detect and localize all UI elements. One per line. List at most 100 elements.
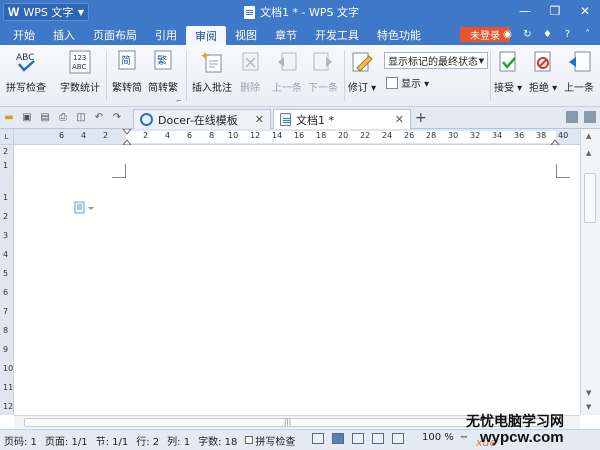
close-tab-icon[interactable]: ✕ xyxy=(255,113,264,126)
ruler-tick: 12 xyxy=(250,131,261,140)
ruler-tick: 24 xyxy=(382,131,393,140)
scroll-bottom-icon[interactable]: ▼ xyxy=(586,403,591,411)
web-view-icon[interactable] xyxy=(372,433,384,444)
tab-view[interactable]: 视图 xyxy=(226,24,266,45)
indent-marker-icon[interactable] xyxy=(122,129,132,145)
zoom-control: 100 % − xyxy=(422,432,468,443)
show-markup-button[interactable]: 显示 ▾ xyxy=(386,75,429,90)
tab-document1[interactable]: 文档1 * ✕ xyxy=(273,109,411,129)
ruler-tick: 32 xyxy=(470,131,481,140)
minimize-icon[interactable]: — xyxy=(510,0,540,22)
spell-check-button[interactable]: ABC 拼写检查 xyxy=(6,49,46,94)
expand-icon[interactable]: ˄ xyxy=(581,28,594,41)
reject-button[interactable]: 拒绝 ▾ xyxy=(529,49,557,94)
restore-icon[interactable]: ❐ xyxy=(540,0,570,22)
export-pdf-icon[interactable]: ▤ xyxy=(39,111,51,123)
ribbon-separator xyxy=(344,51,345,101)
ruler-tick: 1 xyxy=(3,193,9,202)
menu-toolbar-icons: ◉ ↻ ♦ ? ˄ xyxy=(501,28,594,41)
track-changes-label: 修订 ▾ xyxy=(348,83,377,94)
vertical-scrollbar[interactable]: ▲ ▲ ▼ ▼ xyxy=(580,129,600,415)
tab-list-icon[interactable] xyxy=(566,111,578,123)
ruler-tick: 26 xyxy=(404,131,415,140)
delete-comment-button[interactable]: 删除 xyxy=(237,49,263,94)
watermark-site-name: 无忧电脑学习网 xyxy=(466,414,564,430)
full-screen-view-icon[interactable] xyxy=(312,433,324,444)
insert-comment-button[interactable]: ✦ 插入批注 xyxy=(192,49,232,94)
margin-corner-marker xyxy=(556,164,570,178)
accept-button[interactable]: 接受 ▾ xyxy=(494,49,522,94)
checkbox[interactable] xyxy=(245,436,254,444)
new-tab-icon[interactable]: + xyxy=(415,110,427,126)
close-icon[interactable]: ✕ xyxy=(570,0,600,22)
skin-icon[interactable]: ◉ xyxy=(501,28,514,41)
trad-to-simp-icon: 简 xyxy=(114,49,140,75)
horizontal-ruler[interactable]: 6 4 2 2 4 6 8 10 12 14 16 18 20 22 24 26… xyxy=(14,129,580,145)
scrollbar-thumb[interactable] xyxy=(584,173,596,223)
trad-to-simp-button[interactable]: 简 繁转简 xyxy=(112,49,142,94)
redo-icon[interactable]: ↷ xyxy=(111,111,123,123)
word-count-button[interactable]: 123 ABC 字数统计 xyxy=(60,49,100,94)
save-icon[interactable]: ▣ xyxy=(21,111,33,123)
scroll-down-icon[interactable]: ▼ xyxy=(586,389,591,397)
group-expand-icon[interactable]: ⌐ xyxy=(176,97,182,105)
markup-display-select[interactable]: 显示标记的最终状态 ▼ xyxy=(384,52,488,69)
tab-collapse-icon[interactable] xyxy=(584,111,596,123)
ruler-tick: 2 xyxy=(3,147,9,156)
paste-options-icon[interactable] xyxy=(74,201,96,215)
margin-corner-marker xyxy=(112,164,126,178)
spell-check-label: 拼写检查 xyxy=(6,83,46,94)
tab-stop-selector[interactable]: L xyxy=(0,129,14,145)
tab-chapter[interactable]: 章节 xyxy=(266,24,306,45)
tab-review[interactable]: 审阅 xyxy=(186,26,226,45)
ruler-tick: 18 xyxy=(316,131,327,140)
page-view-icon[interactable] xyxy=(332,433,344,444)
open-folder-icon[interactable]: ▬ xyxy=(3,111,15,123)
ruler-tick: 38 xyxy=(536,131,547,140)
spell-check-icon: ABC xyxy=(13,49,39,75)
status-pages: 页面: 1/1 xyxy=(44,436,88,448)
right-indent-marker-icon[interactable] xyxy=(550,129,560,145)
undo-icon[interactable]: ↶ xyxy=(93,111,105,123)
next-comment-button[interactable]: 下一条 xyxy=(308,49,338,94)
tab-page-layout[interactable]: 页面布局 xyxy=(84,24,146,45)
app-menu-button[interactable]: W WPS 文字 ▼ xyxy=(3,3,89,21)
menu-bar: 开始 插入 页面布局 引用 审阅 视图 章节 开发工具 特色功能 未登录 ◉ ↻… xyxy=(0,24,600,45)
help-icon[interactable]: ? xyxy=(561,28,574,41)
document-page[interactable] xyxy=(14,145,580,415)
tab-insert[interactable]: 插入 xyxy=(44,24,84,45)
ruler-tick: 4 xyxy=(81,131,87,140)
previous-change-icon xyxy=(566,49,592,75)
zoom-out-icon[interactable]: − xyxy=(460,432,468,443)
tab-docer-templates[interactable]: Docer-在线模板 ✕ xyxy=(133,109,271,129)
shirt-icon[interactable]: ♦ xyxy=(541,28,554,41)
reject-label: 拒绝 ▾ xyxy=(529,83,558,94)
delete-comment-label: 删除 xyxy=(240,83,260,94)
ruler-tick: 14 xyxy=(272,131,283,140)
status-word-count[interactable]: 字数: 18 xyxy=(198,433,237,448)
ruler-tick: 2 xyxy=(143,131,149,140)
tab-home[interactable]: 开始 xyxy=(4,24,44,45)
previous-change-button[interactable]: 上一条 xyxy=(564,49,594,94)
outline-view-icon[interactable] xyxy=(352,433,364,444)
ruler-tick: 2 xyxy=(3,212,9,221)
close-tab-icon[interactable]: ✕ xyxy=(395,113,404,126)
reading-view-icon[interactable] xyxy=(392,433,404,444)
scroll-up-icon[interactable]: ▲ xyxy=(586,132,591,140)
tab-references[interactable]: 引用 xyxy=(146,24,186,45)
print-icon[interactable]: ⎙ xyxy=(57,111,69,123)
track-changes-button[interactable]: 修订 ▾ xyxy=(348,49,376,94)
prev-comment-button[interactable]: 上一条 xyxy=(272,49,302,94)
ruler-tick: 6 xyxy=(59,131,65,140)
ribbon-separator xyxy=(106,51,107,101)
spell-check-toggle[interactable]: 拼写检查 xyxy=(245,433,295,448)
print-preview-icon[interactable]: ◫ xyxy=(75,111,87,123)
tab-developer[interactable]: 开发工具 xyxy=(306,24,368,45)
zoom-level[interactable]: 100 % xyxy=(422,432,454,443)
simp-to-trad-label: 简转繁 xyxy=(148,83,178,94)
scroll-top-icon[interactable]: ▲ xyxy=(586,149,591,157)
simp-to-trad-button[interactable]: 繁 简转繁 xyxy=(148,49,178,94)
vertical-ruler[interactable]: 2 1 1 2 3 4 5 6 7 8 9 10 11 12 xyxy=(0,145,14,415)
tab-features[interactable]: 特色功能 xyxy=(368,24,430,45)
sync-icon[interactable]: ↻ xyxy=(521,28,534,41)
